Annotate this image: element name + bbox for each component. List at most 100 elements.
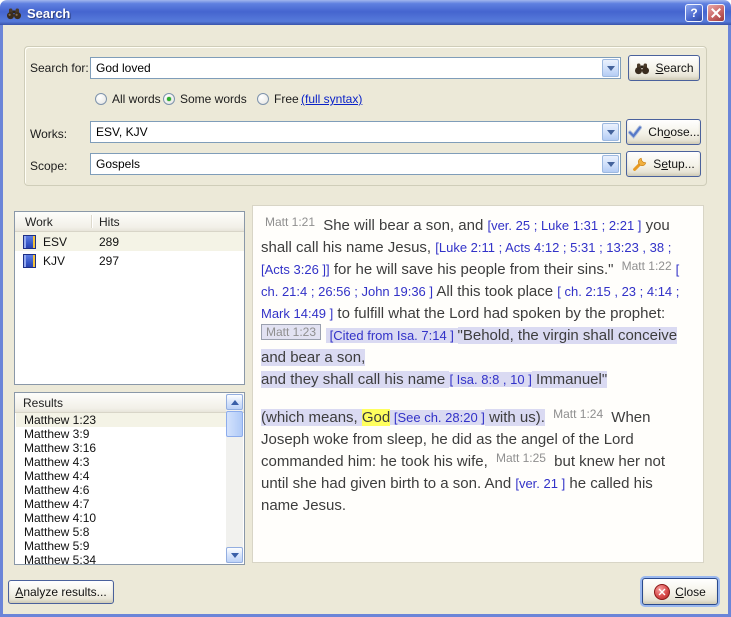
scope-label: Scope: (30, 159, 67, 173)
verse-ref: Matt 1:25 (496, 451, 546, 465)
table-row[interactable]: ESV289 (15, 232, 244, 251)
choose-works-button[interactable]: Choose... (626, 119, 701, 145)
verse-ref: Matt 1:22 (622, 259, 672, 273)
close-button-label: Close (675, 585, 706, 599)
search-button-label: Search (655, 61, 693, 75)
result-item[interactable]: Matthew 1:23 (16, 413, 226, 427)
results-panel: Results Matthew 1:23Matthew 3:9Matthew 3… (14, 392, 245, 565)
result-item[interactable]: Matthew 4:3 (16, 455, 226, 469)
work-hits-table: Work Hits ESV289 KJV 297 (14, 211, 245, 385)
cross-reference[interactable]: [Cited from Isa. 7:14 ] (326, 328, 458, 343)
setup-scope-button[interactable]: Setup... (626, 151, 701, 177)
verse-ref: Matt 1:21 (265, 215, 315, 229)
help-icon: ? (690, 6, 697, 20)
verse-text: to fulfill what the Lord had spoken by t… (333, 305, 665, 322)
combo-dropdown-button[interactable] (602, 123, 619, 141)
verse-text: She will bear a son, and (319, 217, 487, 234)
verse-text: for he will save his people from their s… (330, 261, 618, 278)
radio-some-words-label: Some words (180, 92, 247, 106)
radio-free-label: Free (274, 92, 299, 106)
result-item[interactable]: Matthew 4:4 (16, 469, 226, 483)
titlebar[interactable]: Search ? (0, 0, 731, 26)
verse-ref: Matt 1:24 (553, 407, 603, 421)
works-label: Works: (30, 127, 67, 141)
result-item[interactable]: Matthew 4:10 (16, 511, 226, 525)
window-close-button[interactable] (707, 4, 725, 22)
verse-text: "Behold, the virgin shall conceive and b… (261, 327, 677, 366)
result-item[interactable]: Matthew 5:34 (16, 553, 226, 564)
cross-reference[interactable]: [ver. 25 ; Luke 1:31 ; 2:21 ] (487, 218, 641, 233)
help-button[interactable]: ? (685, 4, 703, 22)
verse-text (545, 409, 549, 426)
text-pane[interactable]: Matt 1:21 She will bear a son, and [ver.… (252, 205, 704, 563)
scroll-up-button[interactable] (226, 394, 243, 410)
combo-dropdown-button[interactable] (602, 155, 619, 173)
radio-all-words-label: All words (112, 92, 161, 106)
works-value: ESV, KJV (91, 125, 602, 139)
blank-line (261, 391, 693, 407)
search-button[interactable]: Search (628, 55, 700, 81)
full-syntax-link[interactable]: (full syntax) (301, 92, 362, 106)
chevron-down-icon (607, 162, 615, 167)
work-name: ESV (43, 235, 87, 249)
combo-dropdown-button[interactable] (602, 59, 619, 77)
analyze-button-label: Analyze results... (15, 585, 106, 599)
work-table-header: Work Hits (15, 212, 244, 232)
result-item[interactable]: Matthew 3:9 (16, 427, 226, 441)
radio-all-words[interactable]: All words (95, 91, 161, 106)
close-button[interactable]: Close (642, 578, 718, 605)
verse-text: (which means, (261, 409, 362, 426)
analyze-results-button[interactable]: Analyze results... (8, 580, 114, 604)
result-item[interactable]: Matthew 5:9 (16, 539, 226, 553)
chevron-down-icon (607, 66, 615, 71)
arrow-down-icon (231, 553, 239, 558)
cross-reference[interactable]: [ver. 21 ] (515, 476, 565, 491)
verse-text: Immanuel" (532, 371, 607, 388)
results-scrollbar[interactable] (226, 394, 243, 563)
search-for-label: Search for: (30, 61, 89, 75)
work-table-body: ESV289 KJV 297 (15, 232, 244, 270)
search-term-value: God loved (91, 61, 602, 75)
scope-combobox[interactable]: Gospels (90, 153, 621, 175)
current-verse-ref: Matt 1:23 (261, 324, 321, 340)
scope-value: Gospels (91, 157, 602, 171)
results-list: Matthew 1:23Matthew 3:9Matthew 3:16Matth… (16, 413, 226, 564)
choose-button-label: Choose... (648, 125, 699, 139)
setup-button-label: Setup... (653, 157, 694, 171)
verse-text: All this took place (433, 283, 557, 300)
results-header: Results (15, 393, 244, 413)
scroll-down-button[interactable] (226, 547, 243, 563)
book-icon (23, 254, 36, 268)
work-hits: 297 (99, 254, 119, 268)
result-item[interactable]: Matthew 3:16 (16, 441, 226, 455)
table-row[interactable]: KJV 297 (15, 251, 244, 270)
result-item[interactable]: Matthew 4:6 (16, 483, 226, 497)
close-icon (711, 8, 721, 18)
column-divider (91, 215, 93, 228)
cross-reference[interactable]: [ Isa. 8:8 , 10 ] (449, 372, 531, 387)
binoculars-icon (6, 5, 22, 21)
text-pane-content: Matt 1:21 She will bear a son, and [ver.… (253, 206, 703, 525)
work-name: KJV (43, 254, 87, 268)
scrollbar-thumb[interactable] (226, 411, 243, 437)
arrow-up-icon (231, 400, 239, 405)
window-title: Search (27, 6, 70, 21)
radio-icon (95, 93, 107, 105)
close-circle-icon (654, 584, 670, 600)
result-item[interactable]: Matthew 4:7 (16, 497, 226, 511)
radio-some-words[interactable]: Some words (163, 91, 247, 106)
radio-icon (163, 93, 175, 105)
works-combobox[interactable]: ESV, KJV (90, 121, 621, 143)
radio-icon (257, 93, 269, 105)
wrench-icon (632, 156, 648, 172)
result-item[interactable]: Matthew 5:8 (16, 525, 226, 539)
column-header-hits[interactable]: Hits (99, 215, 120, 229)
radio-free[interactable]: Free (257, 91, 299, 106)
column-header-work[interactable]: Work (15, 215, 91, 229)
verse-text: with us). (485, 409, 545, 426)
checkmark-icon (627, 124, 643, 140)
search-term-combobox[interactable]: God loved (90, 57, 621, 79)
book-icon (23, 235, 36, 249)
chevron-down-icon (607, 130, 615, 135)
cross-reference[interactable]: [See ch. 28:20 ] (390, 410, 485, 425)
